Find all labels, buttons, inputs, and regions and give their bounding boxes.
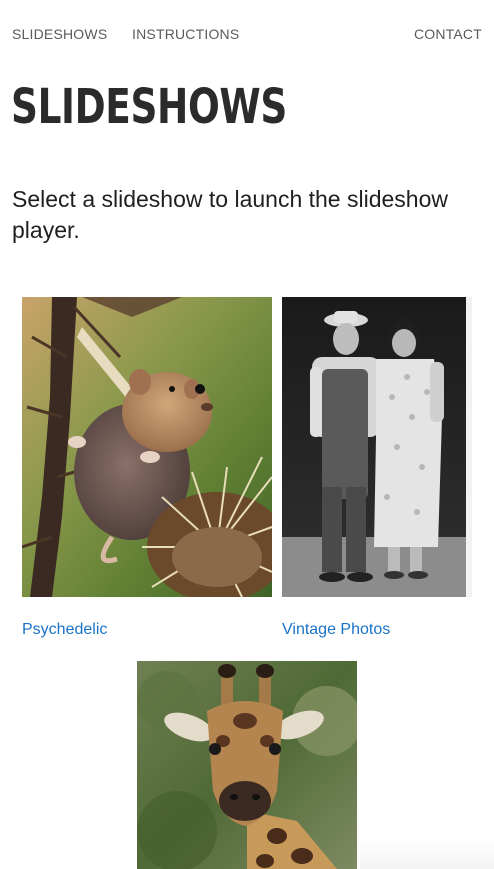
slideshow-thumbnail-mouse[interactable] <box>22 297 272 597</box>
page-title: SLIDESHOWS <box>11 79 287 135</box>
nav-link-contact[interactable]: CONTACT <box>414 26 482 42</box>
slideshow-card-psychedelic[interactable]: Psychedelic <box>22 297 272 642</box>
top-nav: SLIDESHOWS INSTRUCTIONS CONTACT <box>12 26 482 44</box>
slideshow-thumbnail-vintage-couple[interactable] <box>282 297 472 597</box>
slideshow-card-giraffe[interactable] <box>137 661 357 869</box>
slideshow-thumbnail-giraffe[interactable] <box>137 661 357 869</box>
slideshow-link-psychedelic[interactable]: Psychedelic <box>22 621 107 639</box>
slideshow-link-vintage-photos[interactable]: Vintage Photos <box>282 621 390 639</box>
nav-link-slideshows[interactable]: SLIDESHOWS <box>12 26 107 42</box>
bottom-edge-fade <box>360 838 494 869</box>
intro-text: Select a slideshow to launch the slidesh… <box>12 186 448 243</box>
slideshow-card-vintage-photos[interactable]: Vintage Photos <box>282 297 472 642</box>
nav-link-instructions[interactable]: INSTRUCTIONS <box>132 26 239 42</box>
